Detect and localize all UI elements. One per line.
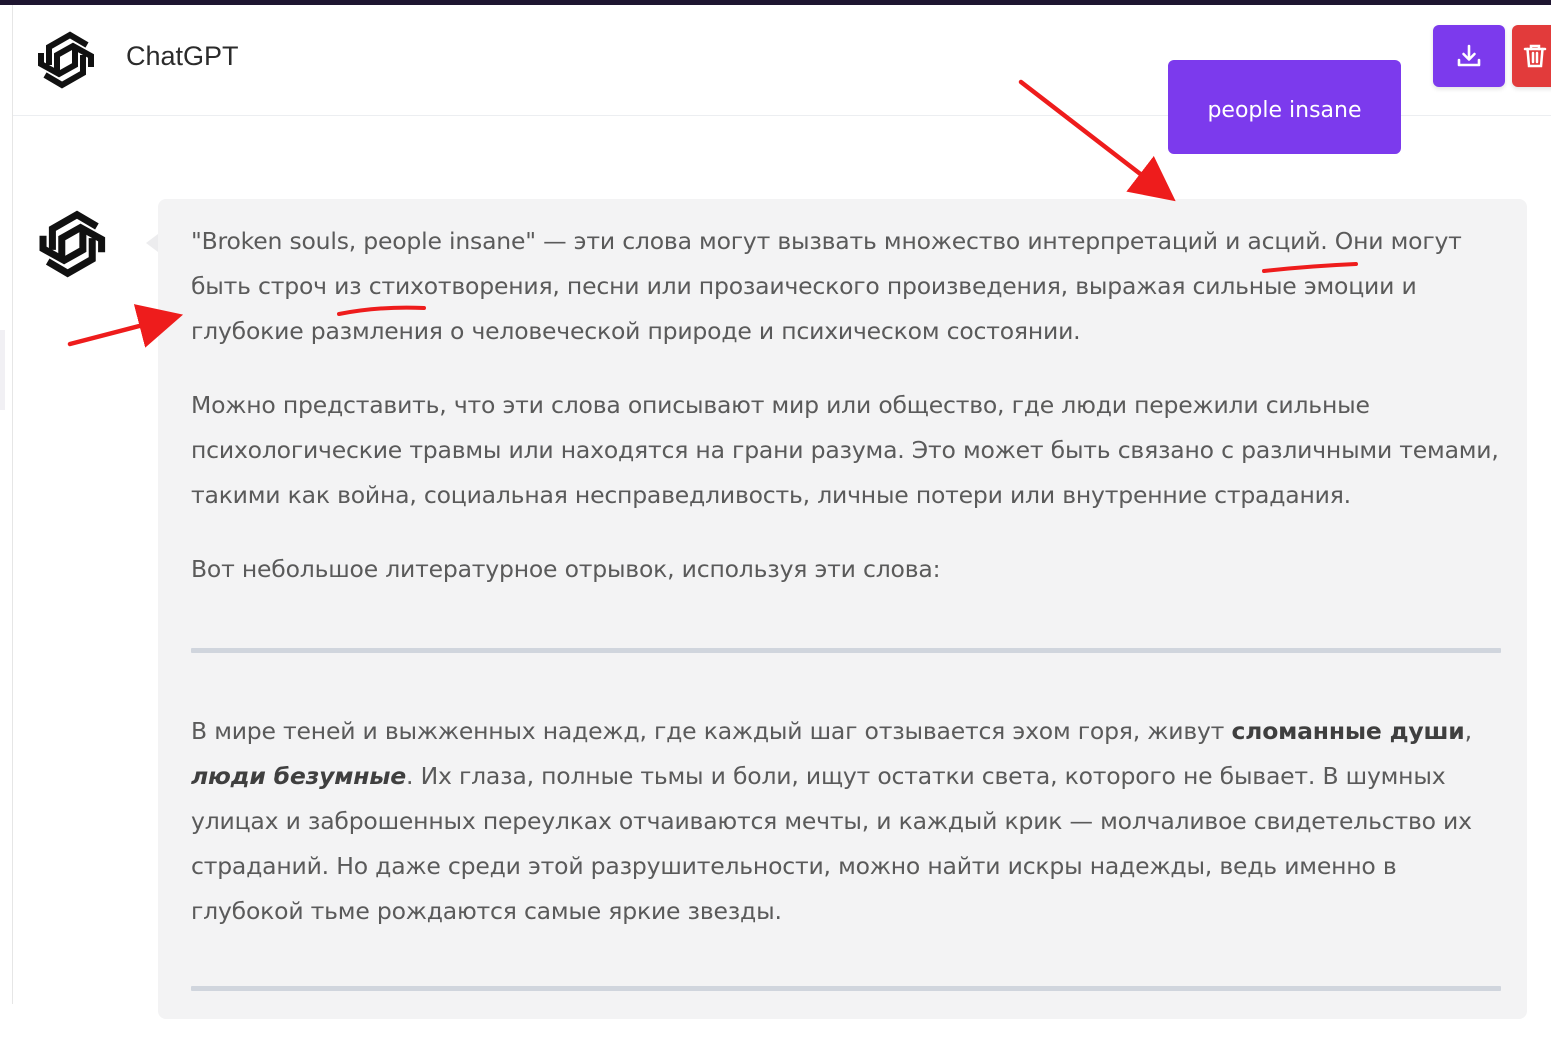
delete-button[interactable] bbox=[1512, 25, 1551, 87]
message-paragraph-1: "Broken souls, people insane" — эти слов… bbox=[191, 227, 1462, 345]
openai-knot-icon bbox=[38, 31, 94, 89]
horizontal-rule-bottom bbox=[191, 986, 1501, 991]
message-paragraph-4: В мире теней и выжженных надежд, где каж… bbox=[191, 709, 1501, 934]
bold-phrase: сломанные души bbox=[1231, 717, 1465, 745]
paragraph-4-comma: , bbox=[1464, 717, 1472, 745]
trash-icon bbox=[1523, 44, 1547, 68]
assistant-message-card: "Broken souls, people insane" — эти слов… bbox=[158, 199, 1527, 1019]
app-title: ChatGPT bbox=[126, 41, 239, 71]
user-message-text: people insane bbox=[1207, 98, 1362, 123]
sidebar-edge-tab[interactable] bbox=[0, 330, 5, 410]
download-icon bbox=[1457, 44, 1481, 67]
horizontal-rule bbox=[191, 648, 1501, 653]
assistant-avatar bbox=[39, 210, 106, 278]
italic-phrase: люди безумные bbox=[191, 762, 406, 790]
message-paragraph-2: Можно представить, что эти слова описыва… bbox=[191, 391, 1499, 509]
paragraph-4-start: В мире теней и выжженных надежд, где каж… bbox=[191, 717, 1232, 745]
user-message-bubble: people insane bbox=[1168, 60, 1401, 154]
bold-italic-phrase: люди безумные bbox=[191, 762, 407, 790]
download-button[interactable] bbox=[1433, 25, 1505, 87]
message-paragraph-3: Вот небольшое литературное отрывок, испо… bbox=[191, 555, 941, 583]
sidebar-divider bbox=[12, 5, 13, 1004]
annotation-arrow-left bbox=[67, 304, 184, 348]
assistant-message-body: "Broken souls, people insane" — эти слов… bbox=[191, 219, 1501, 1047]
message-card-pointer bbox=[146, 234, 158, 252]
